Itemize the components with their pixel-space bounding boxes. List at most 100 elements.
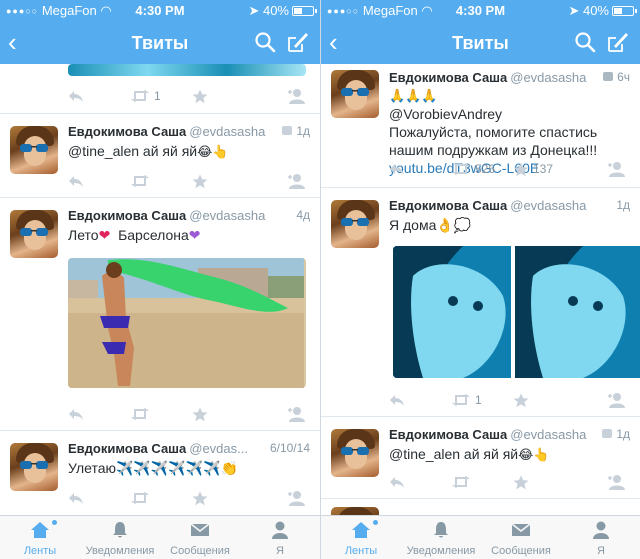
tweet[interactable]: Евдокимова Саша @evdasasha 4д Лето❤ Барсел… xyxy=(0,198,320,431)
avatar[interactable] xyxy=(331,507,379,515)
purple-heart-icon: ❤ xyxy=(188,227,201,243)
favorite-button[interactable] xyxy=(513,391,529,409)
envelope-icon xyxy=(190,523,210,536)
tweet-author-name[interactable]: Евдокимова Саша xyxy=(389,198,507,213)
favorite-button[interactable]: 137 xyxy=(513,160,553,178)
follow-button[interactable] xyxy=(606,160,628,178)
compose-icon[interactable] xyxy=(606,30,630,54)
favorite-button[interactable] xyxy=(192,172,208,190)
tweet[interactable]: Евдокимова Саша @evdasasha 6ч 🙏🙏🙏 @Vorobie… xyxy=(321,64,640,188)
retweet-count: 1 xyxy=(154,89,161,103)
search-icon[interactable] xyxy=(574,31,596,53)
reply-button[interactable] xyxy=(389,160,405,178)
tweet-author-handle[interactable]: @evdasasha xyxy=(510,427,586,442)
tweet-timestamp: 6/10/14 xyxy=(269,441,310,455)
retweet-count: 1 xyxy=(475,393,482,407)
favorite-button[interactable] xyxy=(192,489,208,507)
tab-label: Ленты xyxy=(344,545,378,557)
tweet[interactable]: Евдокимова Саша @evdasasha 1д @tine_alen а… xyxy=(0,114,320,198)
reply-button[interactable] xyxy=(68,87,84,105)
reply-button[interactable] xyxy=(68,172,84,190)
reply-button[interactable] xyxy=(68,405,84,423)
conversation-icon xyxy=(602,429,613,438)
favorite-button[interactable] xyxy=(192,87,208,105)
retweet-button[interactable] xyxy=(130,405,150,423)
tweet[interactable]: Евдокимова Саша @evdas... 6/10/14 Улетаю✈️… xyxy=(0,431,320,515)
status-bar: ●●●○○ MegaFon ◠ 4:30 PM ➤ 40% xyxy=(321,0,640,22)
tweet-photo[interactable] xyxy=(68,258,306,388)
battery-percent: 40% xyxy=(262,3,289,18)
retweet-count: 526 xyxy=(475,162,496,176)
nav-bar: ‹ Твиты xyxy=(0,22,320,64)
tweet-photo[interactable] xyxy=(393,246,640,378)
bell-icon xyxy=(434,522,448,538)
tweet-author-name[interactable]: Евдокимова Саша xyxy=(389,427,507,442)
tab-label: Я xyxy=(597,545,605,557)
retweet-button[interactable]: 1 xyxy=(130,87,161,105)
tab-messages[interactable]: Сообщения xyxy=(481,516,561,559)
favorite-button[interactable] xyxy=(192,405,208,423)
tab-home[interactable]: Ленты xyxy=(0,516,80,559)
tweet-partial[interactable] xyxy=(321,499,640,515)
favorite-count: 137 xyxy=(533,162,554,176)
follow-button[interactable] xyxy=(286,489,308,507)
avatar[interactable] xyxy=(10,443,58,491)
tab-messages[interactable]: Сообщения xyxy=(160,516,240,559)
follow-button[interactable] xyxy=(286,87,308,105)
tweet-author-handle[interactable]: @evdasasha xyxy=(510,198,586,213)
timeline[interactable]: Евдокимова Саша @evdasasha 6ч 🙏🙏🙏 @Vorobie… xyxy=(321,64,640,515)
tab-bar: Ленты Уведомления Сообщения Я xyxy=(321,515,640,559)
tweet-timestamp: 1д xyxy=(616,198,630,212)
tab-notifications[interactable]: Уведомления xyxy=(401,516,481,559)
avatar[interactable] xyxy=(331,200,379,248)
reply-button[interactable] xyxy=(389,391,405,409)
battery-icon xyxy=(292,6,317,16)
tweet[interactable]: Евдокимова Саша @evdasasha 1д @tine_alen а… xyxy=(321,417,640,499)
favorite-button[interactable] xyxy=(513,473,529,491)
tweet-author-handle[interactable]: @evdasasha xyxy=(189,124,265,139)
retweet-button[interactable]: 1 xyxy=(451,391,482,409)
tab-label: Уведомления xyxy=(406,545,476,557)
tweet-author-name[interactable]: Евдокимова Саша xyxy=(68,208,186,223)
avatar[interactable] xyxy=(331,70,379,118)
retweet-button[interactable] xyxy=(130,172,150,190)
reply-button[interactable] xyxy=(389,473,405,491)
heart-icon: ❤ xyxy=(98,227,111,243)
reply-button[interactable] xyxy=(68,489,84,507)
tweet-author-handle[interactable]: @evdas... xyxy=(189,441,248,456)
tweet-author-name[interactable]: Евдокимова Саша xyxy=(68,441,186,456)
avatar[interactable] xyxy=(331,429,379,477)
home-icon xyxy=(352,522,370,538)
tweet-text: Я дома👌💭 xyxy=(389,217,472,233)
tweet-author-handle[interactable]: @evdasasha xyxy=(510,70,586,85)
retweet-button[interactable] xyxy=(130,489,150,507)
avatar[interactable] xyxy=(10,210,58,258)
tweet[interactable]: Евдокимова Саша @evdasasha 1д Я дома👌💭 1 xyxy=(321,188,640,417)
follow-button[interactable] xyxy=(286,172,308,190)
compose-icon[interactable] xyxy=(286,30,310,54)
follow-button[interactable] xyxy=(286,405,308,423)
tab-notifications[interactable]: Уведомления xyxy=(80,516,160,559)
timeline[interactable]: 1 Евдокимова Саша @evdasasha 1д @tine_alen… xyxy=(0,64,320,515)
emoji: 😂👆 xyxy=(197,144,229,159)
retweet-button[interactable]: 526 xyxy=(451,160,495,178)
tab-home[interactable]: Ленты xyxy=(321,516,401,559)
bell-icon xyxy=(113,522,127,538)
follow-button[interactable] xyxy=(606,473,628,491)
tab-me[interactable]: Я xyxy=(240,516,320,559)
video-icon xyxy=(603,72,614,81)
follow-button[interactable] xyxy=(606,391,628,409)
tweet-partial[interactable]: 1 xyxy=(0,64,320,114)
tweet-photo[interactable] xyxy=(68,64,306,76)
tweet-author-name[interactable]: Евдокимова Саша xyxy=(389,70,507,85)
search-icon[interactable] xyxy=(254,31,276,53)
tab-me[interactable]: Я xyxy=(561,516,640,559)
avatar[interactable] xyxy=(10,126,58,174)
tweet-timestamp: 1д xyxy=(296,124,310,138)
tab-label: Сообщения xyxy=(491,545,551,557)
tweet-author-name[interactable]: Евдокимова Саша xyxy=(68,124,186,139)
emoji: 🙏🙏🙏 xyxy=(389,88,438,103)
retweet-button[interactable] xyxy=(451,473,471,491)
tweet-author-handle[interactable]: @evdasasha xyxy=(189,208,265,223)
tab-bar: Ленты Уведомления Сообщения Я xyxy=(0,515,320,559)
